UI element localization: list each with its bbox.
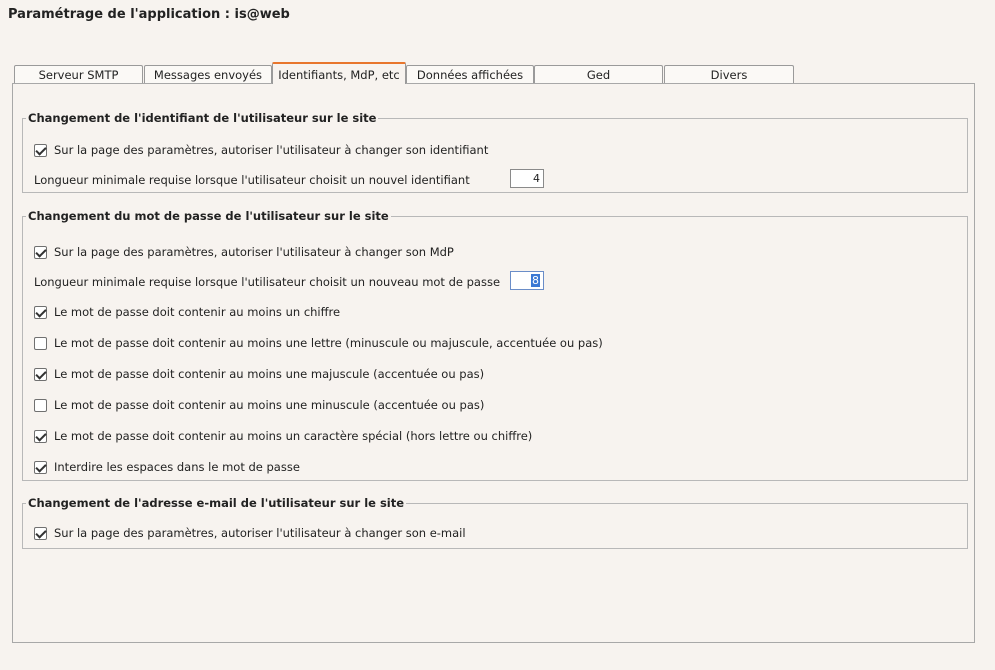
identifiant-min-length-value: 4 — [533, 172, 540, 185]
password-rule-digit-checkbox[interactable] — [34, 305, 47, 319]
password-min-length-row: Longueur minimale requise lorsque l'util… — [34, 274, 500, 290]
identifiant-section-legend: Changement de l'identifiant de l'utilisa… — [28, 111, 377, 125]
password-rule-letter-row: Le mot de passe doit contenir au moins u… — [34, 335, 603, 351]
tab-divers[interactable]: Divers — [664, 65, 794, 83]
password-rule-special-row: Le mot de passe doit contenir au moins u… — [34, 428, 532, 444]
password-rule-uppercase-checkbox[interactable] — [34, 367, 47, 381]
tab-panel: Changement de l'identifiant de l'utilisa… — [12, 83, 975, 643]
password-allow-row: Sur la page des paramètres, autoriser l'… — [34, 244, 454, 260]
password-rule-no-spaces-checkbox[interactable] — [34, 460, 47, 474]
page-title: Paramétrage de l'application : is@web — [8, 7, 290, 22]
password-min-length-input[interactable]: 8 — [510, 271, 544, 290]
identifiant-allow-checkbox[interactable] — [34, 143, 47, 157]
password-allow-label: Sur la page des paramètres, autoriser l'… — [54, 245, 454, 259]
email-section: Changement de l'adresse e-mail de l'util… — [22, 496, 968, 549]
identifiant-allow-label: Sur la page des paramètres, autoriser l'… — [54, 143, 489, 157]
identifiant-min-length-row: Longueur minimale requise lorsque l'util… — [34, 172, 470, 188]
password-rule-special-checkbox[interactable] — [34, 429, 47, 443]
identifiant-allow-row: Sur la page des paramètres, autoriser l'… — [34, 142, 488, 158]
email-allow-checkbox[interactable] — [34, 526, 47, 540]
password-rule-digit-row: Le mot de passe doit contenir au moins u… — [34, 304, 340, 320]
identifiant-min-length-label: Longueur minimale requise lorsque l'util… — [34, 173, 470, 187]
password-rule-letter-label: Le mot de passe doit contenir au moins u… — [54, 336, 603, 350]
tab-messages-envoyes[interactable]: Messages envoyés — [144, 65, 272, 83]
tab-ged[interactable]: Ged — [534, 65, 663, 83]
email-allow-row: Sur la page des paramètres, autoriser l'… — [34, 525, 466, 541]
identifiant-section: Changement de l'identifiant de l'utilisa… — [22, 111, 968, 193]
password-rule-uppercase-label: Le mot de passe doit contenir au moins u… — [54, 367, 485, 381]
password-rule-letter-checkbox[interactable] — [34, 336, 47, 350]
password-min-length-value: 8 — [531, 274, 540, 287]
password-rule-lowercase-checkbox[interactable] — [34, 398, 47, 412]
password-section-legend: Changement du mot de passe de l'utilisat… — [28, 209, 389, 223]
password-min-length-label: Longueur minimale requise lorsque l'util… — [34, 275, 501, 289]
password-rule-uppercase-row: Le mot de passe doit contenir au moins u… — [34, 366, 484, 382]
password-rule-special-label: Le mot de passe doit contenir au moins u… — [54, 429, 533, 443]
password-rule-lowercase-row: Le mot de passe doit contenir au moins u… — [34, 397, 484, 413]
tab-serveur-smtp[interactable]: Serveur SMTP — [14, 65, 143, 83]
email-section-legend: Changement de l'adresse e-mail de l'util… — [28, 496, 405, 510]
tab-identifiants[interactable]: Identifiants, MdP, etc — [272, 62, 406, 84]
password-rule-digit-label: Le mot de passe doit contenir au moins u… — [54, 305, 341, 319]
password-section: Changement du mot de passe de l'utilisat… — [22, 209, 968, 481]
identifiant-min-length-input[interactable]: 4 — [510, 169, 544, 188]
email-allow-label: Sur la page des paramètres, autoriser l'… — [54, 526, 466, 540]
password-allow-checkbox[interactable] — [34, 245, 47, 259]
password-rule-lowercase-label: Le mot de passe doit contenir au moins u… — [54, 398, 485, 412]
password-rule-no-spaces-label: Interdire les espaces dans le mot de pas… — [54, 460, 300, 474]
password-rule-no-spaces-row: Interdire les espaces dans le mot de pas… — [34, 459, 300, 475]
tab-donnees-affichees[interactable]: Données affichées — [406, 65, 534, 83]
